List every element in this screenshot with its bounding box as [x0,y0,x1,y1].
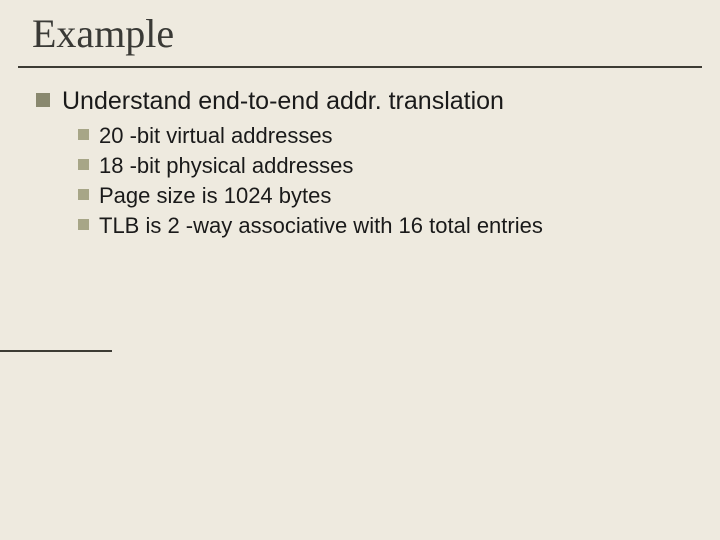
list-item: Understand end-to-end addr. translation [36,86,690,116]
list-item-text: Understand end-to-end addr. translation [62,86,504,116]
slide: Example Understand end-to-end addr. tran… [0,0,720,540]
sub-list: 20 -bit virtual addresses 18 -bit physic… [78,122,690,239]
slide-title: Example [32,10,174,57]
list-item: 18 -bit physical addresses [78,152,690,179]
square-bullet-icon [36,93,50,107]
list-item-text: 18 -bit physical addresses [99,152,353,179]
list-item: TLB is 2 -way associative with 16 total … [78,212,690,239]
divider-top [18,66,702,68]
list-item: Page size is 1024 bytes [78,182,690,209]
square-bullet-icon [78,129,89,140]
divider-left [0,350,112,352]
list-item: 20 -bit virtual addresses [78,122,690,149]
square-bullet-icon [78,219,89,230]
square-bullet-icon [78,189,89,200]
square-bullet-icon [78,159,89,170]
list-item-text: 20 -bit virtual addresses [99,122,333,149]
list-item-text: Page size is 1024 bytes [99,182,331,209]
slide-content: Understand end-to-end addr. translation … [36,86,690,242]
list-item-text: TLB is 2 -way associative with 16 total … [99,212,543,239]
